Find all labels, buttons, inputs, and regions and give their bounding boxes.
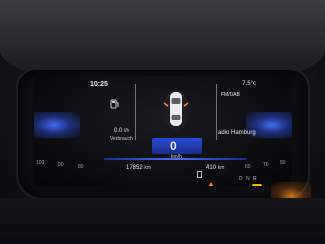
consumption-label: Verbrauch <box>110 136 133 142</box>
right-scale-tick: 80 <box>280 160 286 166</box>
clock: 10:25 <box>90 81 108 88</box>
outside-temperature: 7.5°c <box>242 81 256 87</box>
left-scale-tick: 90 <box>58 162 64 168</box>
right-divider <box>216 84 217 140</box>
gear-indicator: R <box>253 176 257 182</box>
warning-icon <box>207 176 215 186</box>
left-divider <box>135 84 136 140</box>
radio-station: adio Hamburg <box>218 130 256 136</box>
gear-indicator: N <box>246 176 250 182</box>
speed-box <box>152 138 202 154</box>
fuel-pump-icon <box>110 96 120 114</box>
photo-scene: 10:25 7.5°c 0.0 l/h Verbrauch FM/DAB adi… <box>0 0 325 244</box>
speed-bar <box>104 158 246 160</box>
radio-band: FM/DAB <box>221 92 240 98</box>
right-scale-tick: 60 <box>245 164 251 170</box>
range-value: 410 <box>206 165 217 171</box>
consumption-value: 0.0 <box>114 128 123 134</box>
dashboard-lower-trim <box>0 198 325 244</box>
left-ambient-glow <box>34 112 80 138</box>
left-scale-tick: 80 <box>78 164 84 170</box>
right-scale-tick: 70 <box>263 162 269 168</box>
consumption-unit: l/h <box>124 128 130 134</box>
digital-instrument-cluster: 10:25 7.5°c 0.0 l/h Verbrauch FM/DAB adi… <box>34 76 292 186</box>
car-topview-icon <box>162 88 190 137</box>
gear-indicator: D <box>239 176 243 182</box>
fuel-range-icon <box>197 165 204 183</box>
current-speed: 0 <box>170 139 177 153</box>
odometer-unit: km <box>144 165 152 171</box>
range-unit: km <box>217 165 225 171</box>
odometer-value: 17852 <box>126 165 143 171</box>
left-scale-tick: 100 <box>36 160 45 166</box>
